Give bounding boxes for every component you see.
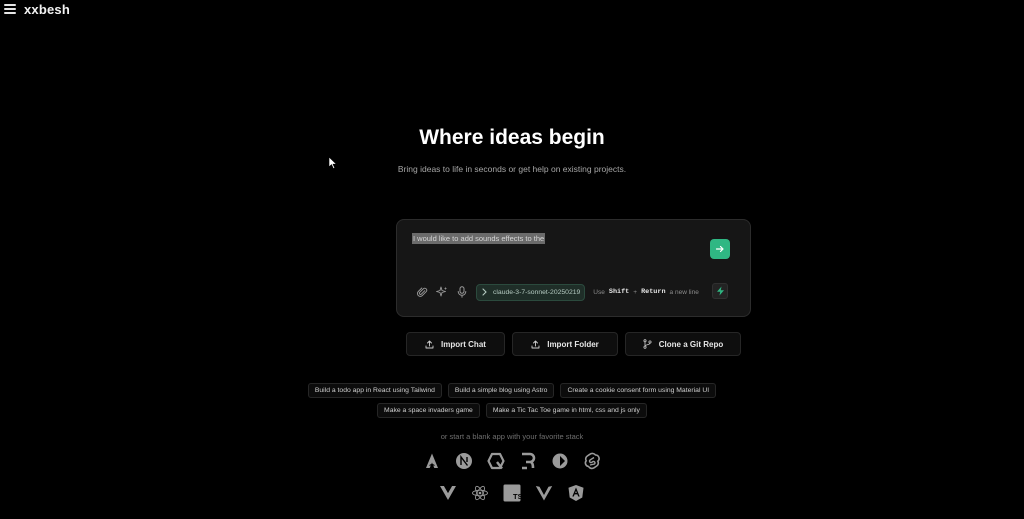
nextjs-icon[interactable]	[454, 451, 474, 471]
prompt-box: I would like to add sounds effects to th…	[396, 219, 751, 317]
suggestion-chip[interactable]: Create a cookie consent form using Mater…	[560, 383, 717, 398]
svelte-icon[interactable]	[582, 451, 602, 471]
hint-use: Use	[593, 288, 605, 296]
remix-icon[interactable]	[518, 451, 538, 471]
import-chat-button[interactable]: Import Chat	[406, 332, 505, 356]
page-subtitle: Bring ideas to life in seconds or get he…	[397, 164, 627, 174]
model-selector[interactable]: claude-3-7-sonnet-20250219	[476, 283, 586, 301]
hint-tail: a new line	[669, 288, 699, 296]
typescript-icon[interactable]: TS	[502, 483, 522, 503]
prompt-toolbar: claude-3-7-sonnet-20250219 Use Shift + R…	[416, 283, 736, 301]
prompt-input-value: I would like to add sounds effects to th…	[412, 233, 546, 244]
import-actions: Import Chat Import Folder Clone a Git Re…	[406, 332, 741, 356]
stack-label: or start a blank app with your favorite …	[440, 432, 584, 441]
upload-icon	[531, 340, 540, 348]
lightning-bolt-icon	[716, 286, 724, 296]
import-folder-button[interactable]: Import Folder	[512, 332, 618, 356]
suggestion-chip[interactable]: Build a todo app in React using Tailwind	[307, 383, 442, 398]
suggestion-chip[interactable]: Make a space invaders game	[377, 403, 480, 418]
keyboard-hint: Use Shift + Return a new line	[593, 288, 699, 296]
hint-return-key: Return	[641, 288, 666, 296]
slidev-icon[interactable]	[550, 451, 570, 471]
prompt-input[interactable]: I would like to add sounds effects to th…	[412, 233, 697, 254]
astro-icon[interactable]	[422, 451, 442, 471]
app-root: xxbesh Where ideas begin Bring ideas to …	[0, 0, 1024, 519]
model-name: claude-3-7-sonnet-20250219	[493, 288, 581, 296]
typescript-badge: TS	[513, 492, 521, 501]
microphone-icon[interactable]	[456, 286, 468, 298]
send-button[interactable]	[710, 239, 730, 259]
hint-shift-key: Shift	[608, 288, 630, 296]
import-folder-label: Import Folder	[547, 339, 599, 349]
sparkles-icon[interactable]	[436, 286, 448, 298]
vue-icon[interactable]	[438, 483, 458, 503]
suggestion-chip[interactable]: Build a simple blog using Astro	[447, 383, 555, 398]
qwik-icon[interactable]	[486, 451, 506, 471]
clone-git-repo-label: Clone a Git Repo	[658, 339, 724, 349]
vite-icon[interactable]	[534, 483, 554, 503]
page-title: Where ideas begin	[419, 126, 605, 149]
logo: xxbesh	[24, 1, 71, 17]
enhance-prompt-button[interactable]	[712, 283, 728, 299]
import-chat-label: Import Chat	[441, 339, 486, 349]
suggestions-row-2: Make a space invaders game Make a Tic Ta…	[0, 403, 1024, 418]
chevron-right-icon	[482, 288, 487, 296]
top-bar: xxbesh	[4, 0, 70, 18]
paperclip-icon[interactable]	[416, 286, 428, 298]
git-branch-icon	[643, 339, 652, 349]
react-icon[interactable]	[470, 483, 490, 503]
suggestions-row-1: Build a todo app in React using Tailwind…	[0, 383, 1024, 398]
suggestion-chip[interactable]: Make a Tic Tac Toe game in html, css and…	[485, 403, 647, 418]
hamburger-icon[interactable]	[4, 4, 16, 14]
stack-icons-row-1	[0, 451, 1024, 471]
hint-plus: +	[633, 288, 638, 296]
arrow-right-icon	[715, 245, 724, 253]
upload-icon	[425, 340, 434, 348]
stack-icons-row-2: TS	[0, 483, 1024, 503]
clone-git-repo-button[interactable]: Clone a Git Repo	[625, 332, 741, 356]
angular-icon[interactable]	[566, 483, 586, 503]
